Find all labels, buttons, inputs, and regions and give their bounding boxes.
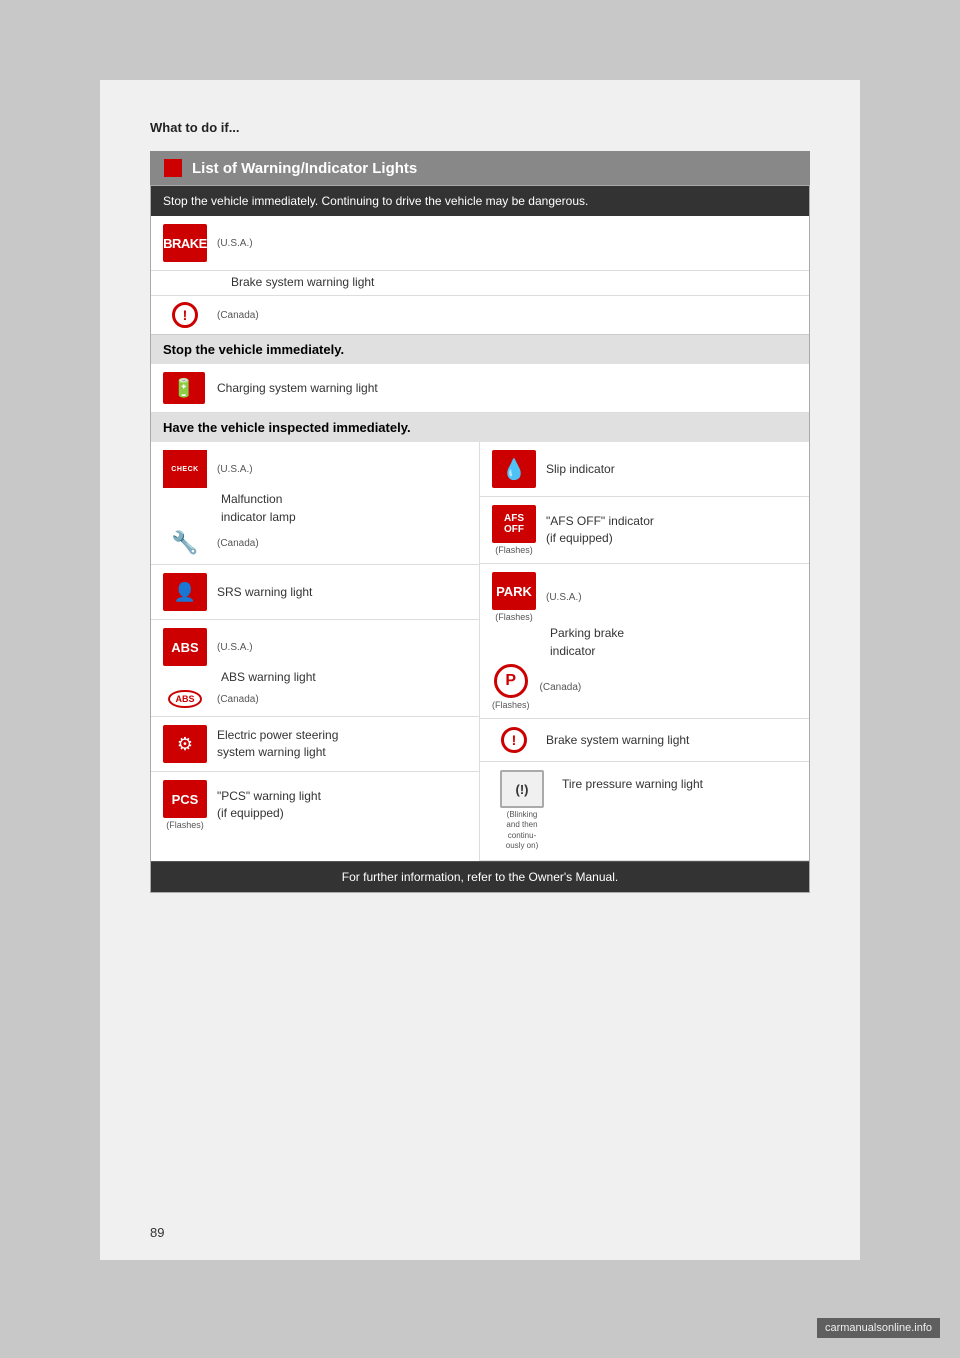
abs-usa-label: (U.S.A.) [217, 642, 253, 653]
brake-usa-label: (U.S.A.) [217, 238, 253, 249]
slip-icon: 💧 [492, 450, 536, 488]
srs-row: 👤 SRS warning light [151, 565, 479, 620]
eps-row: ⚙ Electric power steering system warning… [151, 717, 479, 772]
afs-label: "AFS OFF" indicator (if equipped) [546, 513, 654, 547]
brake2-row: ! Brake system warning light [480, 719, 809, 762]
afs-row: AFS OFF (Flashes) "AFS OFF" indicator (i… [480, 497, 809, 564]
tire-icon-group: (!) (Blinking and then continu- ously on… [492, 770, 552, 852]
charging-row: 🔋 Charging system warning light [151, 364, 809, 413]
slip-row: 💧 Slip indicator [480, 442, 809, 497]
park-flashes-label: (Flashes) [495, 612, 533, 622]
eps-label: Electric power steering system warning l… [217, 727, 338, 761]
charging-icon: 🔋 [163, 372, 205, 404]
brake-canada-label: (Canada) [217, 310, 259, 321]
brake-icon-usa: BRAKE [163, 224, 207, 262]
park-usa-row: PARK (Flashes) (U.S.A.) [480, 564, 809, 624]
abs-label: ABS warning light [221, 670, 316, 684]
right-column: 💧 Slip indicator AFS OFF (Flashes) "AFS … [480, 442, 809, 861]
header-icon [164, 159, 182, 177]
abs-text: ABS warning light [151, 668, 479, 688]
pcs-icon-group: PCS (Flashes) [163, 780, 207, 830]
tire-row: (!) (Blinking and then continu- ously on… [480, 762, 809, 861]
brake-usa-row: BRAKE (U.S.A.) [151, 216, 809, 271]
left-column: CHECK (U.S.A.) Malfunction indicator lam… [151, 442, 480, 861]
afs-flashes-label: (Flashes) [495, 545, 533, 555]
park-canada-row: P (Flashes) (Canada) [480, 662, 809, 719]
warning-table: Stop the vehicle immediately. Continuing… [150, 185, 810, 893]
check-icon-usa: CHECK [163, 450, 207, 488]
page: What to do if... List of Warning/Indicat… [100, 80, 860, 1260]
malfunction-usa-label: (U.S.A.) [217, 464, 253, 475]
pcs-icon-box: PCS [163, 780, 207, 818]
park-icon-usa: PARK [492, 572, 536, 610]
engine-symbol: 🔧 [171, 530, 198, 556]
inspect-header: Have the vehicle inspected immediately. [151, 413, 809, 442]
section-header-label: List of Warning/Indicator Lights [192, 160, 417, 177]
afs-icon-box: AFS OFF [492, 505, 536, 543]
two-col-section: CHECK (U.S.A.) Malfunction indicator lam… [151, 442, 809, 861]
tire-blinking-label: (Blinking and then continu- ously on) [506, 810, 538, 852]
malfunction-usa-row: CHECK (U.S.A.) [151, 442, 479, 490]
malfunction-text: Malfunction indicator lamp [151, 490, 479, 528]
srs-icon: 👤 [163, 573, 207, 611]
footer-bar: For further information, refer to the Ow… [151, 861, 809, 892]
abs-icon-canada: ABS [163, 690, 207, 708]
malfunction-line2: indicator lamp [221, 510, 296, 524]
abs-icon-usa: ABS [163, 628, 207, 666]
malfunction-canada-row: 🔧 (Canada) [151, 528, 479, 565]
section-header: List of Warning/Indicator Lights [150, 151, 810, 185]
abs-canada-label: (Canada) [217, 694, 259, 705]
pcs-label: "PCS" warning light (if equipped) [217, 788, 321, 822]
abs-canada-row: ABS (Canada) [151, 688, 479, 717]
abs-usa-row: ABS (U.S.A.) [151, 620, 479, 668]
brake-text-row: Brake system warning light [151, 271, 809, 296]
slip-label: Slip indicator [546, 461, 615, 478]
check-label: CHECK [171, 466, 198, 473]
park-usa-icon-group: PARK (Flashes) [492, 572, 536, 622]
park-canada-label: (Canada) [540, 682, 582, 693]
engine-icon-canada: 🔧 [163, 530, 207, 556]
afs-icon-group: AFS OFF (Flashes) [492, 505, 536, 555]
page-number: 89 [150, 1225, 164, 1240]
page-title: What to do if... [150, 120, 810, 135]
park-usa-label: (U.S.A.) [546, 592, 582, 603]
pcs-row: PCS (Flashes) "PCS" warning light (if eq… [151, 772, 479, 832]
brake-canada-row: ! (Canada) [151, 296, 809, 335]
stop-vehicle-header: Stop the vehicle immediately. [151, 335, 809, 364]
abs-outline-icon: ABS [168, 690, 201, 708]
malfunction-line1: Malfunction [221, 492, 282, 506]
tire-icon: (!) [500, 770, 544, 808]
footer-text: For further information, refer to the Ow… [342, 870, 618, 884]
eps-icon: ⚙ [163, 725, 207, 763]
stop-immediately-header: Stop the vehicle immediately. Continuing… [151, 186, 809, 216]
park-text: Parking brake indicator [480, 624, 809, 662]
park-canada-icon-group: P (Flashes) [492, 664, 530, 710]
pcs-flashes-label: (Flashes) [166, 820, 204, 830]
park-icon-canada: P [494, 664, 528, 698]
srs-label: SRS warning light [217, 584, 312, 601]
brake-icon-canada: ! [163, 302, 207, 328]
brake-label: Brake system warning light [231, 275, 374, 289]
tire-label: Tire pressure warning light [562, 770, 703, 793]
park-canada-flashes: (Flashes) [492, 700, 530, 710]
brake-circle-icon: ! [172, 302, 198, 328]
malfunction-canada-label: (Canada) [217, 538, 259, 549]
brake2-icon-box: ! [492, 727, 536, 753]
charging-label: Charging system warning light [217, 380, 378, 397]
watermark: carmanualsonline.info [817, 1318, 940, 1338]
brake2-label: Brake system warning light [546, 732, 689, 749]
brake2-circle-icon: ! [501, 727, 527, 753]
